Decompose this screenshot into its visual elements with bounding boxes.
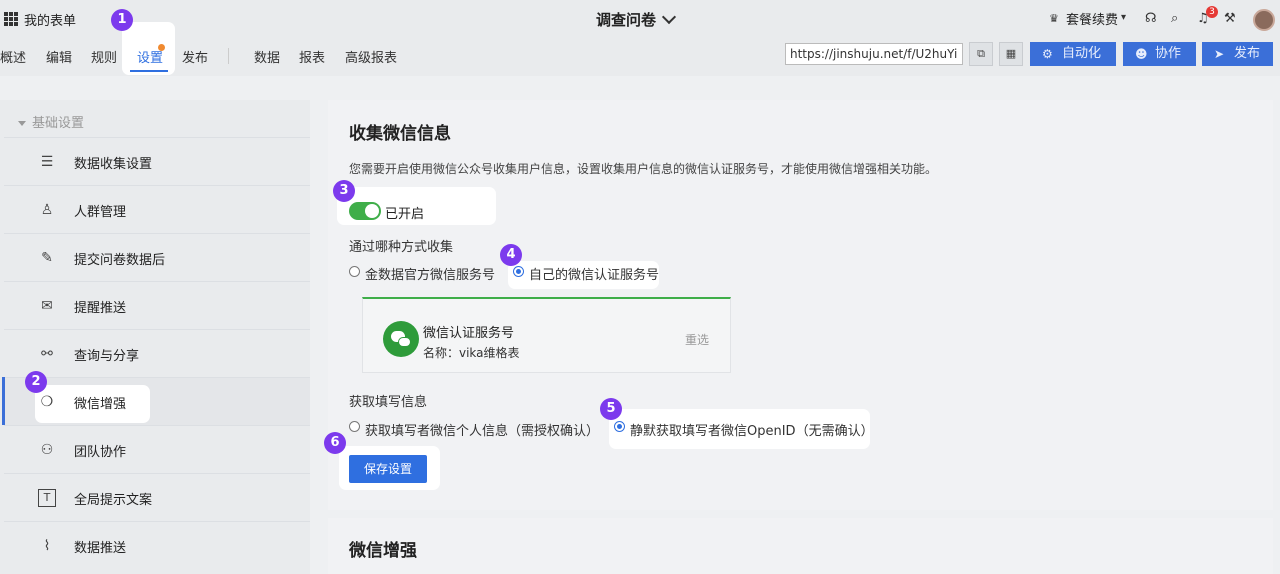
sidebar-item-label: 全局提示文案 xyxy=(74,493,153,508)
method-label-official: 金数据官方微信服务号 xyxy=(365,268,496,283)
sidebar-item-label: 微信增强 xyxy=(74,397,127,412)
headset-icon[interactable]: ☊ xyxy=(1145,11,1157,26)
sidebar-item-label: 查询与分享 xyxy=(74,349,140,364)
plan-renew-link[interactable]: 套餐续费 xyxy=(1066,9,1118,28)
callout-badge-6: 6 xyxy=(324,432,346,454)
info-title: 获取填写信息 xyxy=(349,395,428,410)
tab-reports[interactable]: 报表 xyxy=(299,47,325,66)
collaborate-label: 协作 xyxy=(1155,46,1182,61)
form-title[interactable]: 调查问卷 xyxy=(596,9,656,30)
toggle-label: 已开启 xyxy=(385,207,425,222)
method-radio-own[interactable] xyxy=(513,266,524,277)
method-label-own: 自己的微信认证服务号 xyxy=(529,268,660,283)
info-radio-openid[interactable] xyxy=(614,421,625,432)
callout-badge-5: 5 xyxy=(600,398,622,420)
main-panel-2 xyxy=(328,518,1273,574)
info-label-openid: 静默获取填写者微信OpenID（无需确认） xyxy=(630,424,874,439)
edit-doc-icon: ✎ xyxy=(41,250,53,266)
settings-sidebar: 基础设置 ☰ 数据收集设置 ♙ 人群管理 ✎ 提交问卷数据后 ✉ 提醒推送 ⚯ … xyxy=(0,100,310,574)
wechat-account-name: 名称：vika维格表 xyxy=(423,346,520,360)
tab-edit[interactable]: 编辑 xyxy=(46,47,72,66)
callout-badge-2: 2 xyxy=(25,371,47,393)
sidebar-item-label: 团队协作 xyxy=(74,445,127,460)
toggle-knob xyxy=(365,204,379,218)
publish-label: 发布 xyxy=(1234,46,1261,61)
crown-icon: ♛ xyxy=(1049,12,1059,25)
callout-badge-1: 1 xyxy=(111,9,133,31)
save-button[interactable]: 保存设置 xyxy=(349,455,427,483)
section-title-2: 微信增强 xyxy=(349,541,417,561)
tab-overview[interactable]: 概述 xyxy=(0,47,26,66)
automation-button[interactable]: ⚙ 自动化 xyxy=(1030,42,1116,66)
nav-divider xyxy=(228,48,229,64)
tab-data[interactable]: 数据 xyxy=(254,47,280,66)
notification-badge: 3 xyxy=(1206,6,1218,18)
flow-icon: ⚙ xyxy=(1042,47,1053,61)
copy-icon[interactable]: ⧉ xyxy=(969,42,993,66)
sidebar-group-basic[interactable]: 基础设置 xyxy=(18,112,84,131)
wechat-account-card: 微信认证服务号 名称：vika维格表 重选 xyxy=(362,297,731,373)
automation-label: 自动化 xyxy=(1062,46,1102,61)
send-icon: ✉ xyxy=(41,298,53,314)
tab-rules[interactable]: 规则 xyxy=(91,47,117,66)
text-icon: T xyxy=(38,489,56,507)
app-name[interactable]: 我的表单 xyxy=(24,10,76,29)
method-radio-official[interactable] xyxy=(349,266,360,277)
sidebar-item-label: 提醒推送 xyxy=(74,301,127,316)
section-description: 您需要开启使用微信公众号收集用户信息，设置收集用户信息的微信认证服务号，才能使用… xyxy=(349,162,938,176)
sidebar-item-global-text[interactable]: T 全局提示文案 xyxy=(4,473,310,521)
tab-publish[interactable]: 发布 xyxy=(182,47,208,66)
active-indicator xyxy=(2,377,5,425)
sidebar-item-after-submit[interactable]: ✎ 提交问卷数据后 xyxy=(4,233,310,281)
callout-badge-4: 4 xyxy=(500,244,522,266)
settings-dot xyxy=(158,44,165,51)
sidebar-item-label: 数据推送 xyxy=(74,541,127,556)
sidebar-item-audience[interactable]: ♙ 人群管理 xyxy=(4,185,310,233)
sidebar-item-query-share[interactable]: ⚯ 查询与分享 xyxy=(4,329,310,377)
collaborate-button[interactable]: ☻ 协作 xyxy=(1123,42,1196,66)
sidebar-item-data-push[interactable]: ⌇ 数据推送 xyxy=(4,521,310,569)
info-label-profile: 获取填写者微信个人信息（需授权确认） xyxy=(365,424,600,439)
sidebar-item-reminder[interactable]: ✉ 提醒推送 xyxy=(4,281,310,329)
info-radio-profile[interactable] xyxy=(349,421,360,432)
user-icon: ♙ xyxy=(40,202,54,218)
wechat-card-title: 微信认证服务号 xyxy=(423,326,515,341)
sidebar-item-label: 提交问卷数据后 xyxy=(74,253,166,268)
wechat-icon: ❍ xyxy=(40,394,54,410)
section-title: 收集微信信息 xyxy=(349,124,451,144)
collect-toggle[interactable] xyxy=(349,202,381,220)
app-grid-icon[interactable] xyxy=(4,12,18,26)
sidebar-item-label: 人群管理 xyxy=(74,205,127,220)
share-icon: ⚯ xyxy=(41,346,53,362)
avatar[interactable] xyxy=(1253,9,1275,31)
chevron-down-icon[interactable]: ▾ xyxy=(1121,12,1126,23)
users-icon: ☻ xyxy=(1135,47,1148,61)
wechat-logo-icon xyxy=(383,321,419,357)
chart-icon: ⌇ xyxy=(43,538,51,554)
publish-button[interactable]: ➤ 发布 xyxy=(1202,42,1273,66)
sidebar-item-wechat[interactable]: ❍ 微信增强 xyxy=(4,377,310,425)
share-url-field[interactable]: https://jinshuju.net/f/U2huYi xyxy=(785,43,963,65)
active-tab-underline xyxy=(130,70,168,72)
qrcode-icon[interactable]: ▦ xyxy=(999,42,1023,66)
paper-plane-icon: ➤ xyxy=(1214,47,1225,61)
team-icon: ⚇ xyxy=(40,442,54,458)
document-icon: ☰ xyxy=(40,154,54,170)
method-title: 通过哪种方式收集 xyxy=(349,240,454,255)
sidebar-group-label: 基础设置 xyxy=(32,116,85,131)
sidebar-item-team[interactable]: ⚇ 团队协作 xyxy=(4,425,310,473)
tools-icon[interactable]: ⚒ xyxy=(1224,11,1236,26)
callout-badge-3: 3 xyxy=(333,180,355,202)
search-icon[interactable]: ⌕ xyxy=(1171,11,1178,26)
sidebar-item-label: 数据收集设置 xyxy=(74,157,153,172)
tab-advanced-reports[interactable]: 高级报表 xyxy=(345,47,397,66)
reselect-link[interactable]: 重选 xyxy=(685,331,709,348)
caret-down-icon xyxy=(18,121,26,126)
sidebar-item-data-collection[interactable]: ☰ 数据收集设置 xyxy=(4,137,310,185)
